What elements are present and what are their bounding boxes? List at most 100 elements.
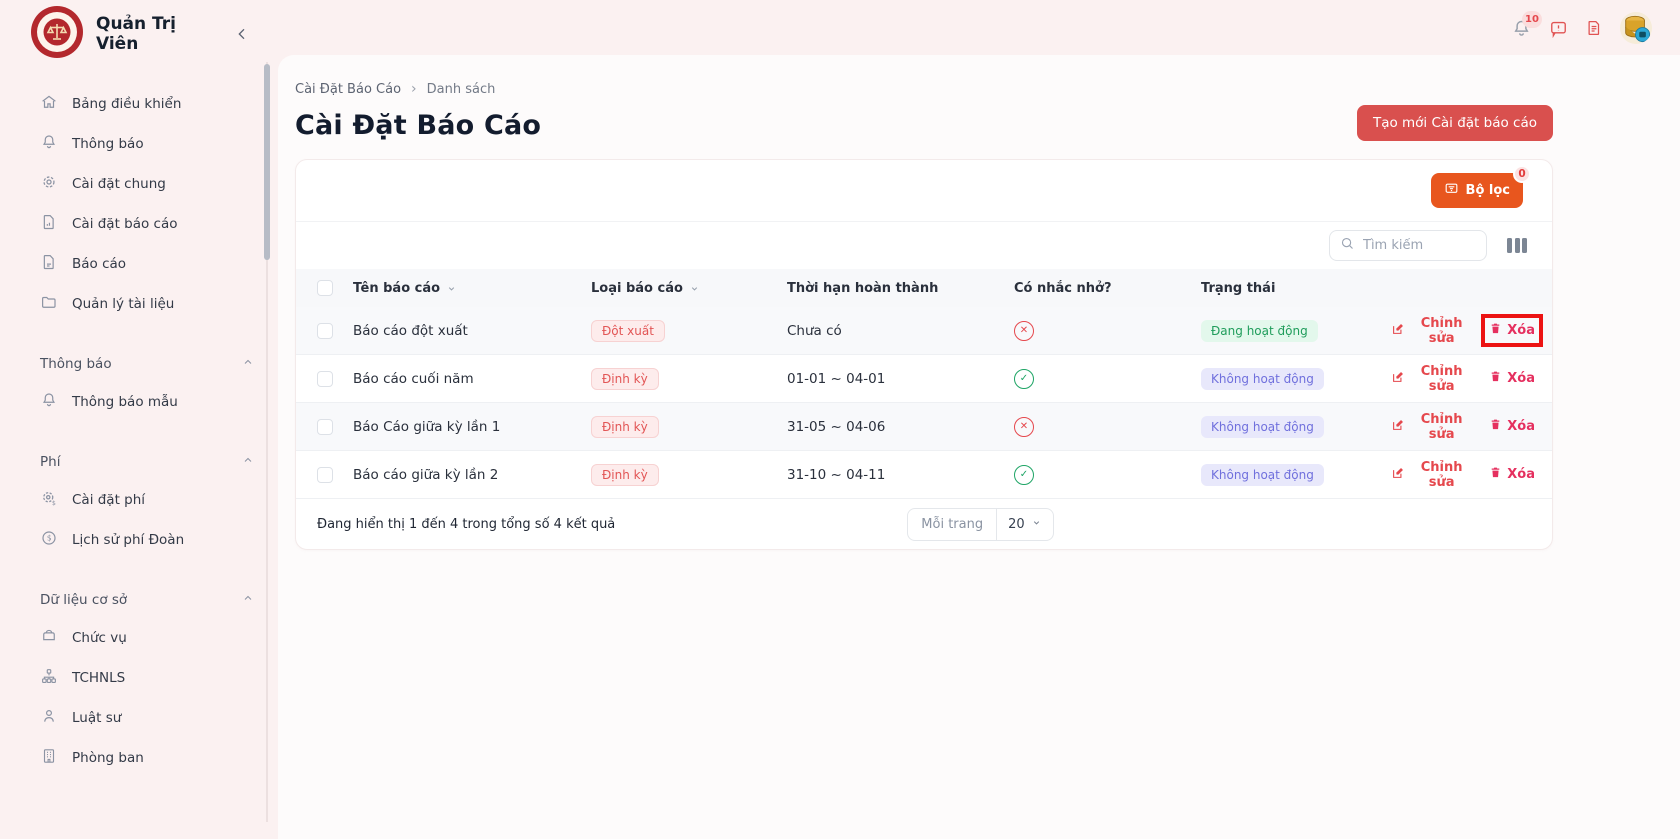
delete-highlight-box: Xóa xyxy=(1489,466,1535,483)
sidebar-group-notifications[interactable]: Thông báo xyxy=(0,346,278,382)
sidebar-item-label: Chức vụ xyxy=(72,630,127,646)
sort-chevron-icon[interactable] xyxy=(689,283,700,294)
filter-button[interactable]: Bộ lọc 0 xyxy=(1430,165,1531,208)
sidebar-group-fees[interactable]: Phí xyxy=(0,444,278,480)
column-header-reminder: Có nhắc nhở? xyxy=(1014,280,1112,296)
sidebar-item-fee-history[interactable]: $ Lịch sử phí Đoàn xyxy=(0,520,278,560)
app-logo-icon xyxy=(30,5,84,63)
trash-icon xyxy=(1489,322,1502,339)
brand: Quản Trị Viên xyxy=(0,0,278,66)
report-name: Báo Cáo giữa kỳ lần 1 xyxy=(353,418,501,435)
breadcrumb-item[interactable]: Cài Đặt Báo Cáo xyxy=(295,82,401,97)
sidebar-group-master-data[interactable]: Dữ liệu cơ sở xyxy=(0,582,278,618)
row-checkbox[interactable] xyxy=(317,370,333,387)
sidebar-item-departments[interactable]: Phòng ban xyxy=(0,738,278,778)
deadline-value: 01-01 ~ 04-01 xyxy=(787,370,886,387)
page-title: Cài Đặt Báo Cáo xyxy=(295,110,542,141)
notification-count-badge: 10 xyxy=(1522,10,1542,28)
breadcrumb-item-current: Danh sách xyxy=(426,81,496,97)
edit-button[interactable]: Chỉnh sửa xyxy=(1391,364,1473,394)
svg-text:$: $ xyxy=(52,500,56,507)
sidebar-item-fee-settings[interactable]: $ Cài đặt phí xyxy=(0,480,278,520)
column-header-name[interactable]: Tên báo cáo xyxy=(353,281,440,296)
delete-button[interactable]: Xóa xyxy=(1489,322,1535,339)
reminder-glyph: ✓ xyxy=(1019,373,1029,384)
delete-highlight-box: Xóa xyxy=(1481,314,1543,347)
sidebar-collapse-icon[interactable] xyxy=(234,26,264,42)
sidebar-scrollbar-thumb[interactable] xyxy=(264,64,270,260)
search-input[interactable] xyxy=(1363,238,1476,253)
status-badge: Không hoạt động xyxy=(1201,463,1324,486)
breadcrumb-separator: › xyxy=(411,81,417,97)
sidebar-item-reports[interactable]: Báo cáo xyxy=(0,244,278,284)
trash-icon xyxy=(1489,418,1502,435)
table-row: Báo cáo giữa kỳ lần 2 Định kỳ 31-10 ~ 04… xyxy=(296,451,1552,499)
delete-button[interactable]: Xóa xyxy=(1489,370,1535,387)
sidebar-item-notifications[interactable]: Thông báo xyxy=(0,124,278,164)
row-checkbox[interactable] xyxy=(317,322,333,339)
chevron-up-icon xyxy=(242,592,254,608)
delete-button[interactable]: Xóa xyxy=(1489,418,1535,435)
table-row: Báo cáo cuối năm Định kỳ 01-01 ~ 04-01 ✓… xyxy=(296,355,1552,403)
user-avatar[interactable] xyxy=(1620,12,1652,44)
delete-button-label: Xóa xyxy=(1507,323,1535,338)
sidebar-item-general-settings[interactable]: Cài đặt chung xyxy=(0,164,278,204)
bell-icon xyxy=(40,133,58,155)
sidebar-item-dashboard[interactable]: Bảng điều khiển xyxy=(0,84,278,124)
reminder-status-icon: ✕ xyxy=(1014,320,1034,341)
sidebar-item-label: Cài đặt báo cáo xyxy=(72,216,178,232)
breadcrumb: Cài Đặt Báo Cáo › Danh sách xyxy=(295,55,1553,97)
reminder-glyph: ✓ xyxy=(1019,469,1029,480)
sidebar-item-label: TCHNLS xyxy=(72,670,126,686)
feedback-message-icon[interactable] xyxy=(1549,19,1568,38)
sidebar-item-label: Thông báo xyxy=(72,136,144,152)
building-icon xyxy=(40,747,58,769)
edit-button[interactable]: Chỉnh sửa xyxy=(1391,316,1473,346)
sidebar-item-notification-templates[interactable]: Thông báo mẫu xyxy=(0,382,278,422)
delete-highlight-box: Xóa xyxy=(1489,370,1535,387)
reminder-status-icon: ✓ xyxy=(1014,368,1034,389)
per-page-value: 20 xyxy=(1008,516,1025,532)
sidebar-item-lawyers[interactable]: Luật sư xyxy=(0,698,278,738)
bell-icon xyxy=(40,391,58,413)
edit-button[interactable]: Chỉnh sửa xyxy=(1391,412,1473,442)
results-summary: Đang hiển thị 1 đến 4 trong tổng số 4 kế… xyxy=(317,516,616,532)
sidebar-item-tchnls[interactable]: TCHNLS xyxy=(0,658,278,698)
edit-button-label: Chỉnh sửa xyxy=(1420,315,1463,346)
table-row: Báo Cáo giữa kỳ lần 1 Định kỳ 31-05 ~ 04… xyxy=(296,403,1552,451)
sidebar-item-report-settings[interactable]: Cài đặt báo cáo xyxy=(0,204,278,244)
sidebar-item-label: Thông báo mẫu xyxy=(72,394,178,410)
edit-button[interactable]: Chỉnh sửa xyxy=(1391,460,1473,490)
sidebar-nav: Bảng điều khiển Thông báo Cài đặt chung … xyxy=(0,66,278,778)
trash-icon xyxy=(1489,466,1502,483)
sidebar-item-positions[interactable]: Chức vụ xyxy=(0,618,278,658)
report-type-badge: Định kỳ xyxy=(591,367,659,390)
row-checkbox[interactable] xyxy=(317,418,333,435)
delete-button[interactable]: Xóa xyxy=(1489,466,1535,483)
filter-count-badge: 0 xyxy=(1513,165,1531,183)
document-icon[interactable] xyxy=(1585,19,1603,37)
edit-button-label: Chỉnh sửa xyxy=(1420,411,1463,442)
delete-button-label: Xóa xyxy=(1507,419,1535,434)
report-type-badge: Định kỳ xyxy=(591,415,659,438)
person-icon xyxy=(40,707,58,729)
report-icon xyxy=(40,253,58,275)
sort-chevron-icon[interactable] xyxy=(446,283,457,294)
filter-button-label: Bộ lọc xyxy=(1465,183,1510,198)
columns-toggle-icon[interactable] xyxy=(1507,238,1527,253)
status-badge: Không hoạt động xyxy=(1201,367,1324,390)
main-panel: Cài Đặt Báo Cáo › Danh sách Cài Đặt Báo … xyxy=(278,55,1680,839)
edit-button-label: Chỉnh sửa xyxy=(1420,363,1463,394)
edit-button-label: Chỉnh sửa xyxy=(1420,459,1463,490)
sidebar-item-label: Bảng điều khiển xyxy=(72,96,182,112)
sidebar-item-label: Lịch sử phí Đoàn xyxy=(72,532,185,548)
create-report-setting-button[interactable]: Tạo mới Cài đặt báo cáo xyxy=(1356,105,1553,141)
sidebar-item-documents[interactable]: Quản lý tài liệu xyxy=(0,284,278,324)
report-settings-icon xyxy=(40,213,58,235)
notification-bell-icon[interactable]: 10 xyxy=(1511,10,1542,39)
column-header-type[interactable]: Loại báo cáo xyxy=(591,281,683,296)
select-all-checkbox[interactable] xyxy=(317,280,333,296)
per-page-select[interactable]: Mỗi trang 20 xyxy=(907,507,1054,541)
row-checkbox[interactable] xyxy=(317,466,333,483)
per-page-label: Mỗi trang xyxy=(908,508,998,540)
